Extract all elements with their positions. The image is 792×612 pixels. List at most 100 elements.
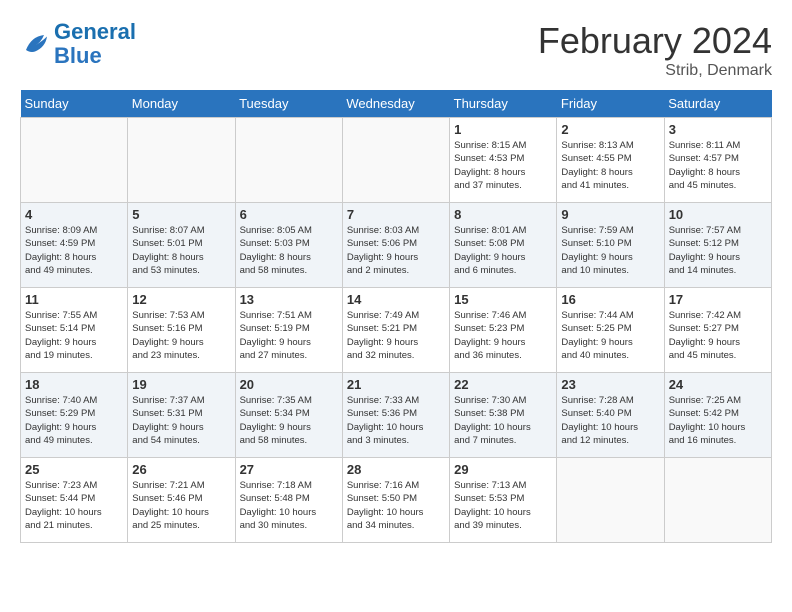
day-number: 29 bbox=[454, 462, 552, 477]
calendar-cell: 20 Sunrise: 7:35 AMSunset: 5:34 PMDayligh… bbox=[235, 373, 342, 458]
day-info: Sunrise: 8:01 AMSunset: 5:08 PMDaylight:… bbox=[454, 224, 552, 277]
day-number: 17 bbox=[669, 292, 767, 307]
month-title: February 2024 bbox=[538, 20, 772, 62]
calendar-cell: 11Sunrise: 7:55 AMSunset: 5:14 PMDayligh… bbox=[21, 288, 128, 373]
day-info: Sunrise: 7:55 AMSunset: 5:14 PMDaylight:… bbox=[25, 309, 123, 362]
calendar-week-row: 4 Sunrise: 8:09 AMSunset: 4:59 PMDaylight… bbox=[21, 203, 772, 288]
header-wednesday: Wednesday bbox=[342, 90, 449, 118]
day-number: 26 bbox=[132, 462, 230, 477]
day-info: Sunrise: 8:15 AMSunset: 4:53 PMDaylight:… bbox=[454, 139, 552, 192]
location: Strib, Denmark bbox=[538, 62, 772, 80]
day-number: 18 bbox=[25, 377, 123, 392]
day-number: 6 bbox=[240, 207, 338, 222]
calendar-week-row: 11Sunrise: 7:55 AMSunset: 5:14 PMDayligh… bbox=[21, 288, 772, 373]
day-info: Sunrise: 7:33 AMSunset: 5:36 PMDaylight:… bbox=[347, 394, 445, 447]
day-number: 7 bbox=[347, 207, 445, 222]
day-number: 1 bbox=[454, 122, 552, 137]
calendar-cell: 19 Sunrise: 7:37 AMSunset: 5:31 PMDayligh… bbox=[128, 373, 235, 458]
day-info: Sunrise: 7:51 AMSunset: 5:19 PMDaylight:… bbox=[240, 309, 338, 362]
day-info: Sunrise: 7:53 AMSunset: 5:16 PMDaylight:… bbox=[132, 309, 230, 362]
calendar-cell: 9 Sunrise: 7:59 AMSunset: 5:10 PMDaylight… bbox=[557, 203, 664, 288]
day-number: 8 bbox=[454, 207, 552, 222]
day-number: 5 bbox=[132, 207, 230, 222]
calendar-cell: 17 Sunrise: 7:42 AMSunset: 5:27 PMDayligh… bbox=[664, 288, 771, 373]
day-number: 16 bbox=[561, 292, 659, 307]
day-info: Sunrise: 7:28 AMSunset: 5:40 PMDaylight:… bbox=[561, 394, 659, 447]
calendar-cell bbox=[557, 458, 664, 543]
day-number: 4 bbox=[25, 207, 123, 222]
day-info: Sunrise: 7:42 AMSunset: 5:27 PMDaylight:… bbox=[669, 309, 767, 362]
calendar-cell: 14 Sunrise: 7:49 AMSunset: 5:21 PMDayligh… bbox=[342, 288, 449, 373]
calendar-cell: 8 Sunrise: 8:01 AMSunset: 5:08 PMDaylight… bbox=[450, 203, 557, 288]
day-number: 3 bbox=[669, 122, 767, 137]
calendar-cell: 7 Sunrise: 8:03 AMSunset: 5:06 PMDaylight… bbox=[342, 203, 449, 288]
calendar-cell: 21 Sunrise: 7:33 AMSunset: 5:36 PMDayligh… bbox=[342, 373, 449, 458]
day-number: 10 bbox=[669, 207, 767, 222]
day-info: Sunrise: 7:57 AMSunset: 5:12 PMDaylight:… bbox=[669, 224, 767, 277]
calendar-cell: 23 Sunrise: 7:28 AMSunset: 5:40 PMDayligh… bbox=[557, 373, 664, 458]
calendar-cell: 5 Sunrise: 8:07 AMSunset: 5:01 PMDaylight… bbox=[128, 203, 235, 288]
calendar-cell: 3Sunrise: 8:11 AMSunset: 4:57 PMDaylight… bbox=[664, 118, 771, 203]
calendar-cell: 6 Sunrise: 8:05 AMSunset: 5:03 PMDaylight… bbox=[235, 203, 342, 288]
day-info: Sunrise: 8:09 AMSunset: 4:59 PMDaylight:… bbox=[25, 224, 123, 277]
calendar-cell: 12 Sunrise: 7:53 AMSunset: 5:16 PMDayligh… bbox=[128, 288, 235, 373]
day-number: 23 bbox=[561, 377, 659, 392]
day-info: Sunrise: 8:13 AMSunset: 4:55 PMDaylight:… bbox=[561, 139, 659, 192]
calendar-cell: 18 Sunrise: 7:40 AMSunset: 5:29 PMDayligh… bbox=[21, 373, 128, 458]
page-header: GeneralBlue February 2024 Strib, Denmark bbox=[20, 20, 772, 80]
calendar-week-row: 18 Sunrise: 7:40 AMSunset: 5:29 PMDayligh… bbox=[21, 373, 772, 458]
calendar-body: 1 Sunrise: 8:15 AMSunset: 4:53 PMDaylight… bbox=[21, 118, 772, 543]
day-info: Sunrise: 8:07 AMSunset: 5:01 PMDaylight:… bbox=[132, 224, 230, 277]
day-number: 15 bbox=[454, 292, 552, 307]
day-number: 28 bbox=[347, 462, 445, 477]
day-number: 14 bbox=[347, 292, 445, 307]
calendar-cell: 2Sunrise: 8:13 AMSunset: 4:55 PMDaylight… bbox=[557, 118, 664, 203]
day-info: Sunrise: 7:46 AMSunset: 5:23 PMDaylight:… bbox=[454, 309, 552, 362]
header-monday: Monday bbox=[128, 90, 235, 118]
calendar-table: Sunday Monday Tuesday Wednesday Thursday… bbox=[20, 90, 772, 543]
day-info: Sunrise: 7:16 AMSunset: 5:50 PMDaylight:… bbox=[347, 479, 445, 532]
calendar-cell: 13Sunrise: 7:51 AMSunset: 5:19 PMDayligh… bbox=[235, 288, 342, 373]
header-tuesday: Tuesday bbox=[235, 90, 342, 118]
day-info: Sunrise: 8:05 AMSunset: 5:03 PMDaylight:… bbox=[240, 224, 338, 277]
day-number: 19 bbox=[132, 377, 230, 392]
day-info: Sunrise: 7:25 AMSunset: 5:42 PMDaylight:… bbox=[669, 394, 767, 447]
calendar-cell bbox=[235, 118, 342, 203]
calendar-cell: 28 Sunrise: 7:16 AMSunset: 5:50 PMDayligh… bbox=[342, 458, 449, 543]
calendar-cell: 25 Sunrise: 7:23 AMSunset: 5:44 PMDayligh… bbox=[21, 458, 128, 543]
day-info: Sunrise: 7:13 AMSunset: 5:53 PMDaylight:… bbox=[454, 479, 552, 532]
header-thursday: Thursday bbox=[450, 90, 557, 118]
calendar-cell: 4 Sunrise: 8:09 AMSunset: 4:59 PMDaylight… bbox=[21, 203, 128, 288]
day-info: Sunrise: 7:40 AMSunset: 5:29 PMDaylight:… bbox=[25, 394, 123, 447]
day-info: Sunrise: 7:35 AMSunset: 5:34 PMDaylight:… bbox=[240, 394, 338, 447]
calendar-cell: 16Sunrise: 7:44 AMSunset: 5:25 PMDayligh… bbox=[557, 288, 664, 373]
header-saturday: Saturday bbox=[664, 90, 771, 118]
day-info: Sunrise: 7:30 AMSunset: 5:38 PMDaylight:… bbox=[454, 394, 552, 447]
day-number: 25 bbox=[25, 462, 123, 477]
calendar-week-row: 1 Sunrise: 8:15 AMSunset: 4:53 PMDaylight… bbox=[21, 118, 772, 203]
day-info: Sunrise: 7:23 AMSunset: 5:44 PMDaylight:… bbox=[25, 479, 123, 532]
day-number: 27 bbox=[240, 462, 338, 477]
header-friday: Friday bbox=[557, 90, 664, 118]
calendar-header: Sunday Monday Tuesday Wednesday Thursday… bbox=[21, 90, 772, 118]
header-row: Sunday Monday Tuesday Wednesday Thursday… bbox=[21, 90, 772, 118]
calendar-cell: 26 Sunrise: 7:21 AMSunset: 5:46 PMDayligh… bbox=[128, 458, 235, 543]
day-number: 12 bbox=[132, 292, 230, 307]
day-number: 20 bbox=[240, 377, 338, 392]
day-number: 9 bbox=[561, 207, 659, 222]
day-info: Sunrise: 7:21 AMSunset: 5:46 PMDaylight:… bbox=[132, 479, 230, 532]
day-info: Sunrise: 7:49 AMSunset: 5:21 PMDaylight:… bbox=[347, 309, 445, 362]
logo: GeneralBlue bbox=[20, 20, 136, 68]
day-info: Sunrise: 8:03 AMSunset: 5:06 PMDaylight:… bbox=[347, 224, 445, 277]
calendar-cell bbox=[128, 118, 235, 203]
day-info: Sunrise: 7:18 AMSunset: 5:48 PMDaylight:… bbox=[240, 479, 338, 532]
day-info: Sunrise: 7:59 AMSunset: 5:10 PMDaylight:… bbox=[561, 224, 659, 277]
day-info: Sunrise: 7:37 AMSunset: 5:31 PMDaylight:… bbox=[132, 394, 230, 447]
calendar-cell bbox=[342, 118, 449, 203]
day-number: 21 bbox=[347, 377, 445, 392]
day-number: 22 bbox=[454, 377, 552, 392]
calendar-cell: 10 Sunrise: 7:57 AMSunset: 5:12 PMDayligh… bbox=[664, 203, 771, 288]
header-sunday: Sunday bbox=[21, 90, 128, 118]
title-block: February 2024 Strib, Denmark bbox=[538, 20, 772, 80]
calendar-cell: 22 Sunrise: 7:30 AMSunset: 5:38 PMDayligh… bbox=[450, 373, 557, 458]
